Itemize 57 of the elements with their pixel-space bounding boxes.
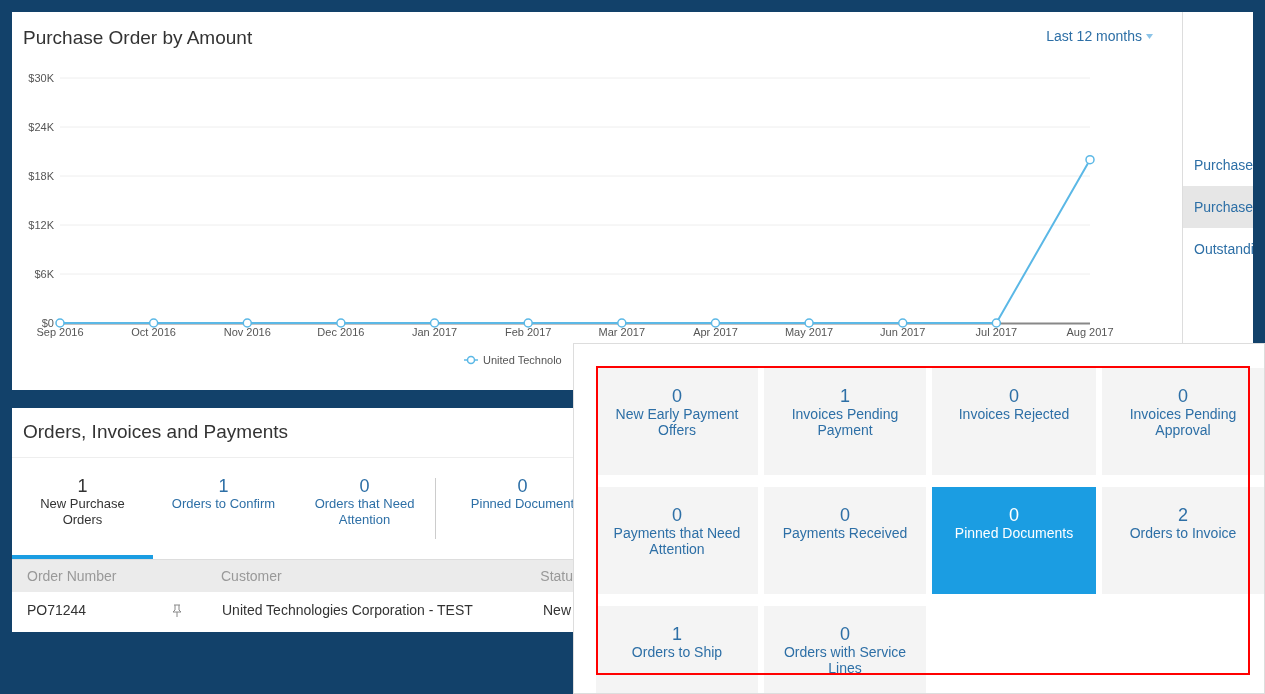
- data-point: [148, 318, 159, 328]
- legend-label: United Technolo: [483, 354, 562, 366]
- x-axis-label: Aug 2017: [1066, 326, 1114, 338]
- data-point: [710, 318, 721, 328]
- column-header: Order Number: [26, 566, 118, 586]
- data-point: [429, 318, 440, 328]
- x-axis-label: Mar 2017: [598, 326, 646, 338]
- y-axis-label: $6K: [34, 268, 54, 280]
- summary-tab[interactable]: 0 Pinned Document: [452, 458, 593, 559]
- chart-title: Purchase Order by Amount: [23, 26, 253, 50]
- data-point: [242, 318, 252, 328]
- data-point: [617, 318, 627, 328]
- summary-tab[interactable]: 0 Orders that Need Attention: [294, 458, 435, 559]
- x-axis-label: Nov 2016: [223, 326, 271, 338]
- y-axis-label: $0: [41, 317, 54, 329]
- x-axis-label: Feb 2017: [504, 326, 552, 338]
- data-point: [1085, 154, 1095, 165]
- count-tile[interactable]: 0 Pinned Documents: [932, 487, 1096, 594]
- x-axis-label: Jul 2017: [975, 326, 1018, 338]
- column-header: Customer: [221, 566, 283, 586]
- count-tile[interactable]: 0 New Early Payment Offers: [596, 368, 758, 475]
- data-point: [523, 318, 533, 328]
- data-point: [804, 318, 814, 328]
- summary-tab[interactable]: 1 Orders to Confirm: [153, 458, 294, 559]
- table-cell-text: United Technologies Corporation - TEST: [222, 601, 474, 620]
- count-tile[interactable]: 2 Orders to Invoice: [1102, 487, 1264, 594]
- count-tile[interactable]: 1 Invoices Pending Payment: [764, 368, 926, 475]
- x-axis-label: May 2017: [784, 326, 834, 338]
- count-tile[interactable]: 0 Invoices Rejected: [932, 368, 1096, 475]
- caret-icon: [1146, 34, 1153, 39]
- data-point: [55, 318, 65, 328]
- x-axis-label: Jun 2017: [880, 326, 926, 338]
- table-cell-text: New: [543, 601, 571, 620]
- x-axis-label: Dec 2016: [317, 326, 365, 338]
- range-dropdown[interactable]: Last 12 months: [1046, 26, 1153, 47]
- side-menu-item[interactable]: Purchase: [1183, 186, 1253, 228]
- y-axis-label: $18K: [28, 170, 54, 182]
- count-tile[interactable]: 0 Payments Received: [764, 487, 926, 594]
- count-tile[interactable]: 0 Orders with Service Lines: [764, 606, 926, 693]
- y-axis-label: $30K: [28, 72, 54, 84]
- card-title: Orders, Invoices and Payments: [23, 420, 289, 445]
- x-axis-label: Apr 2017: [693, 326, 738, 338]
- data-point: [336, 318, 346, 328]
- column-header: Statu: [540, 566, 573, 586]
- data-point: [991, 318, 1002, 328]
- data-point: [898, 318, 908, 328]
- legend-marker-icon: [463, 355, 479, 365]
- count-tile[interactable]: 0 Invoices Pending Approval: [1102, 368, 1264, 475]
- y-axis-label: $24K: [28, 121, 54, 133]
- table-cell-text: PO71244: [26, 601, 88, 620]
- pin-icon[interactable]: [172, 603, 182, 618]
- y-axis-label: $12K: [28, 219, 54, 231]
- count-tile[interactable]: 1 Orders to Ship: [596, 606, 758, 693]
- x-axis-label: Jan 2017: [411, 326, 458, 338]
- count-tile[interactable]: 0 Payments that Need Attention: [596, 487, 758, 594]
- x-axis-label: Sep 2016: [36, 326, 84, 338]
- x-axis-label: Oct 2016: [131, 326, 176, 338]
